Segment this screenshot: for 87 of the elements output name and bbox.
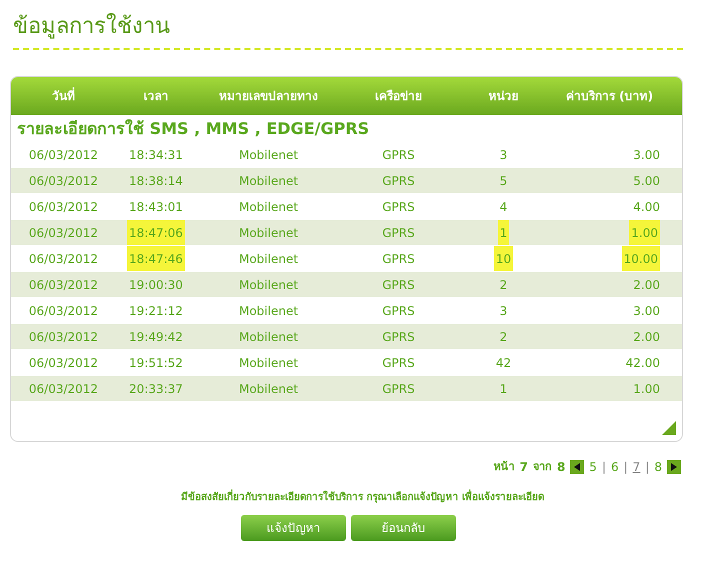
table-cell: 10.00 <box>622 246 660 271</box>
current-page: 7 <box>520 459 528 476</box>
table-cell: 18:47:06 <box>127 220 185 245</box>
table-cell-text: 18:43:01 <box>129 198 183 216</box>
section-title: รายละเอียดการใช้ SMS , MMS , EDGE/GPRS <box>17 118 370 140</box>
table-cell-text: 2.00 <box>633 328 660 346</box>
table-cell-text: 18:38:14 <box>129 172 183 190</box>
previous-page-button[interactable] <box>570 460 584 474</box>
table-cell-text: 42 <box>496 354 512 372</box>
page-link[interactable]: 7 <box>632 458 640 476</box>
left-triangle-icon <box>574 463 580 471</box>
column-header: วันที่ <box>52 89 75 103</box>
table-cell-text: 06/03/2012 <box>28 146 98 164</box>
table-cell-text: Mobilenet <box>238 172 298 190</box>
table-cell-text: 5.00 <box>633 172 660 190</box>
column-header: ค่าบริการ (บาท) <box>566 89 654 103</box>
table-cell-text: 4 <box>500 198 508 216</box>
table-cell-text: 19:49:42 <box>129 328 183 346</box>
table-cell: 1 <box>498 220 510 245</box>
page-link[interactable]: 6 <box>610 458 619 476</box>
total-pages: 8 <box>556 459 566 476</box>
table-cell-text: 06/03/2012 <box>28 224 98 242</box>
table-cell-text: 19:00:30 <box>129 276 183 294</box>
right-triangle-icon <box>671 463 677 471</box>
table-cell-text: Mobilenet <box>238 146 298 164</box>
table-cell-text: 2.00 <box>633 276 660 294</box>
page-separator: | <box>645 459 650 476</box>
action-button[interactable]: ย้อนกลับ <box>351 515 456 541</box>
table-cell: 10 <box>494 246 514 271</box>
table-cell-text: 1.00 <box>633 380 660 398</box>
page-separator: | <box>602 459 606 476</box>
table-cell-text: 06/03/2012 <box>28 250 98 268</box>
table-cell-text: GPRS <box>382 354 415 372</box>
table-cell-text: 18:34:31 <box>129 146 183 164</box>
table-cell-text: GPRS <box>382 302 415 320</box>
table-cell-text: 06/03/2012 <box>28 354 98 372</box>
table-cell-text: 19:21:12 <box>129 302 183 320</box>
page-link[interactable]: 8 <box>654 458 662 476</box>
table-cell-text: 2 <box>500 328 508 346</box>
table-cell: 1.00 <box>629 220 660 245</box>
table-cell-text: GPRS <box>382 172 415 190</box>
page-link[interactable]: 5 <box>589 458 597 476</box>
table-cell-text: 1 <box>500 380 508 398</box>
table-cell-text: Mobilenet <box>238 276 298 294</box>
table-cell-text: 06/03/2012 <box>28 276 98 294</box>
table-cell-text: 06/03/2012 <box>28 380 98 398</box>
table-cell-text: 3.00 <box>633 302 660 320</box>
table-cell-text: 3 <box>500 302 508 320</box>
table-cell-text: 5 <box>500 172 508 190</box>
table-cell-text: Mobilenet <box>238 224 298 242</box>
table-cell-text: 3 <box>500 146 508 164</box>
page-title: ข้อมูลการใช้งาน <box>13 12 170 41</box>
table-cell-text: Mobilenet <box>238 302 298 320</box>
table-cell-text: 3.00 <box>633 146 660 164</box>
table-cell-text: 2 <box>500 276 508 294</box>
action-button[interactable]: แจ้งปัญหา <box>241 515 346 541</box>
table-cell-text: GPRS <box>382 380 415 398</box>
table-cell-text: 4.00 <box>633 198 660 216</box>
table-cell-text: 20:33:37 <box>129 380 183 398</box>
column-header: หน่วย <box>488 89 518 103</box>
table-cell-text: Mobilenet <box>238 328 298 346</box>
table-cell-text: 06/03/2012 <box>28 328 98 346</box>
table-cell-text: GPRS <box>382 146 415 164</box>
table-cell-text: 06/03/2012 <box>28 198 98 216</box>
next-page-button[interactable] <box>667 460 681 474</box>
column-header: เวลา <box>144 89 168 103</box>
table-cell-text: Mobilenet <box>238 198 298 216</box>
help-note: มีข้อสงสัยเกี่ยวกับรายละเอียดการใช้บริการ กรุณาเลือกแจ้งปัญหา เพื่อแจ้งรายละเอียด <box>161 490 544 505</box>
table-cell-text: 06/03/2012 <box>28 302 98 320</box>
table-cell-text: Mobilenet <box>238 250 298 268</box>
table-cell-text: GPRS <box>382 224 415 242</box>
table-cell: 18:47:46 <box>127 246 185 271</box>
of-label: จาก <box>532 458 552 475</box>
table-cell-text: 42.00 <box>626 354 660 372</box>
table-cell-text: GPRS <box>382 250 415 268</box>
resize-corner-icon <box>662 421 676 435</box>
table-cell-text: Mobilenet <box>238 380 298 398</box>
table-cell-text: 19:51:52 <box>129 354 183 372</box>
page-separator: | <box>624 459 628 476</box>
table-cell-text: GPRS <box>382 198 415 216</box>
table-cell-text: Mobilenet <box>238 354 298 372</box>
table-cell-text: 06/03/2012 <box>28 172 98 190</box>
column-header: เครือข่าย <box>375 89 422 103</box>
table-cell-text: GPRS <box>382 328 415 346</box>
page-label: หน้า <box>494 458 515 475</box>
column-header: หมายเลขปลายทาง <box>219 89 318 103</box>
table-cell-text: GPRS <box>382 276 415 294</box>
